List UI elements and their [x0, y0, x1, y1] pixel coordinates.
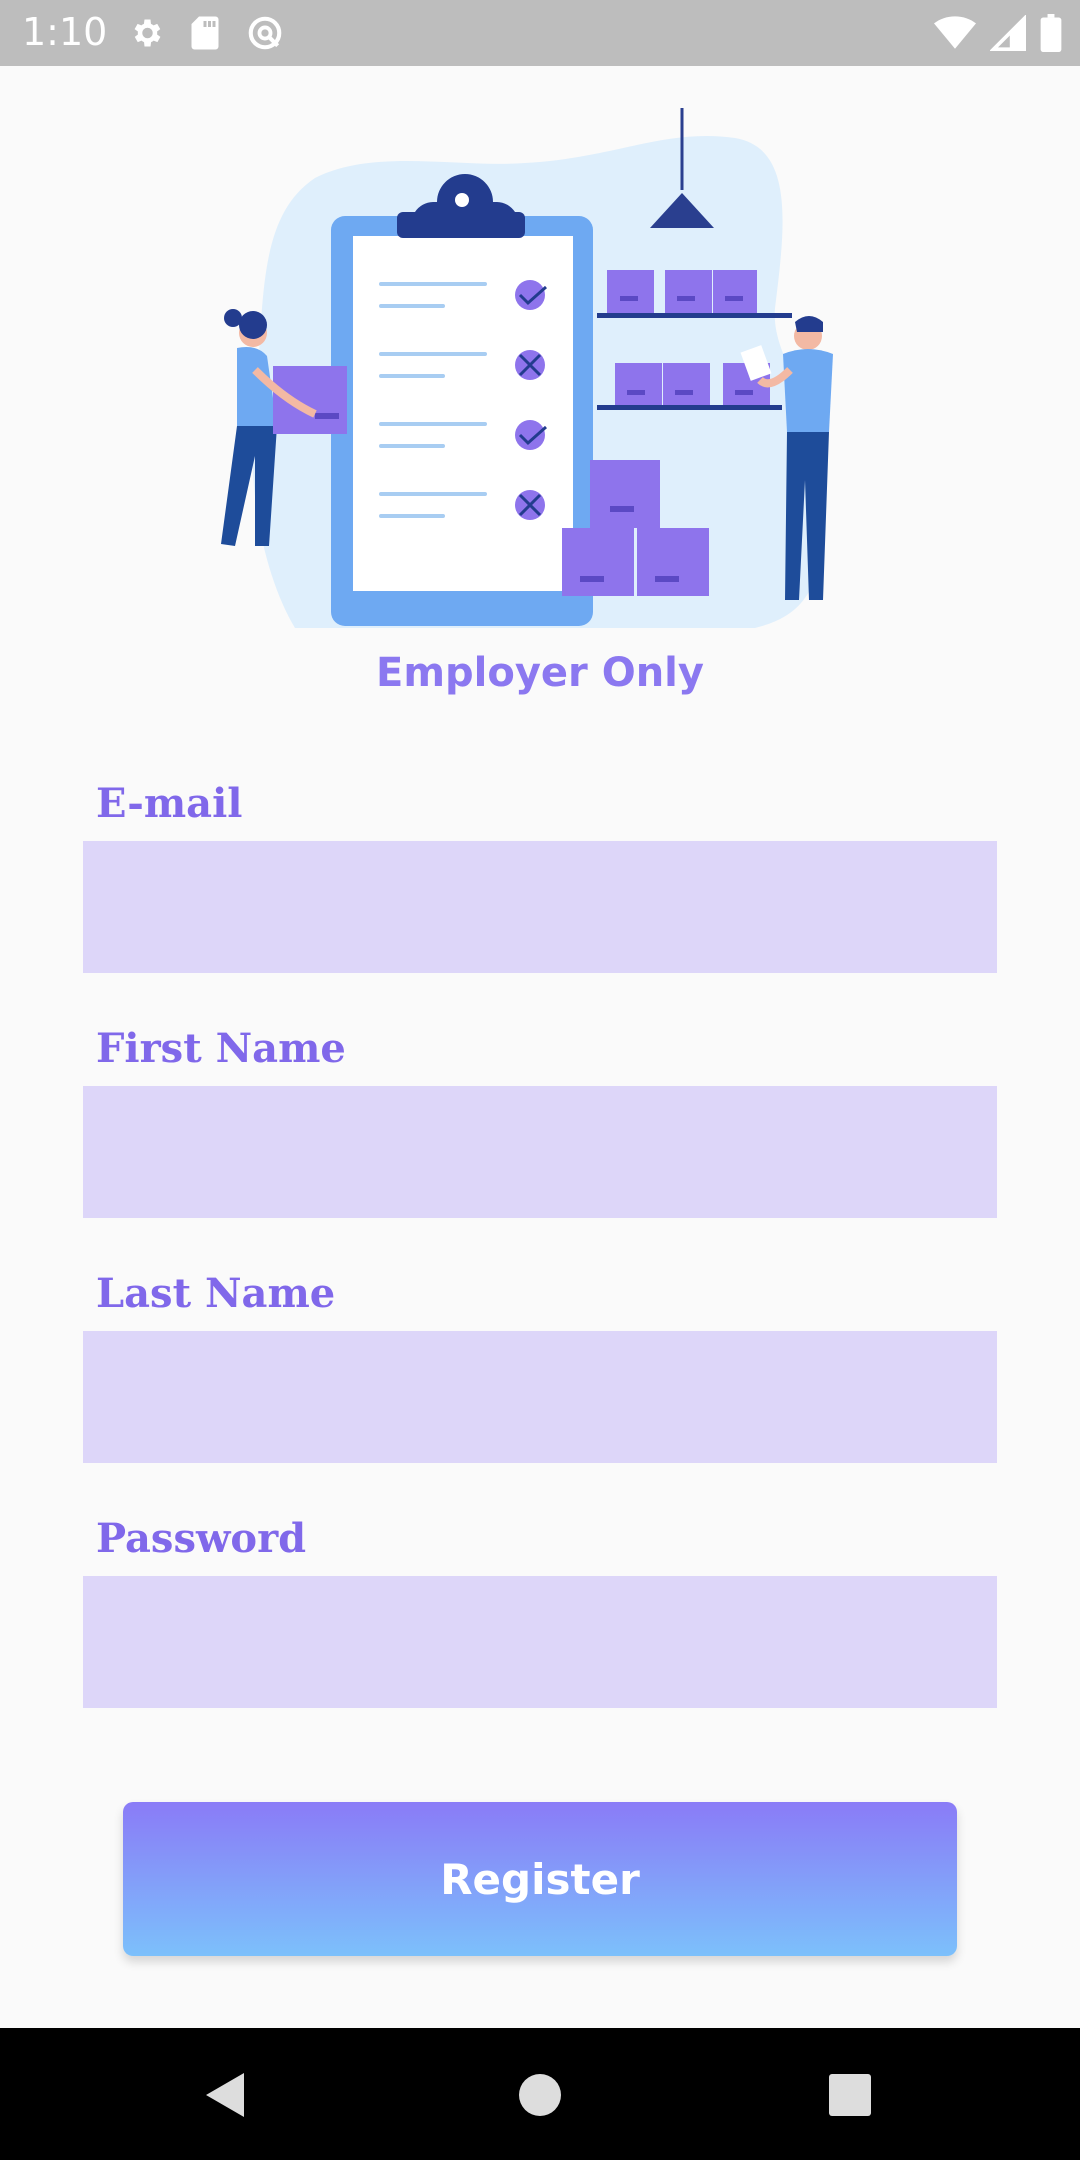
first-name-label: First Name [96, 1025, 346, 1072]
home-icon [519, 2074, 561, 2116]
page-title: Employer Only [376, 650, 704, 696]
wifi-icon [934, 16, 976, 49]
back-icon [206, 2073, 244, 2117]
status-bar: 1:10 [0, 0, 1080, 66]
password-field[interactable] [83, 1576, 997, 1708]
register-button[interactable]: Register [123, 1802, 957, 1956]
settings-icon [134, 19, 161, 47]
sd-card-icon [191, 16, 219, 50]
status-time: 1:10 [22, 10, 108, 54]
cell-signal-icon [990, 15, 1026, 51]
recents-icon [829, 2074, 871, 2116]
registration-screen: Employer Only E-mail First Name Last Nam… [0, 66, 1080, 2028]
data-saver-icon [248, 16, 282, 50]
email-field[interactable] [83, 841, 997, 973]
home-button[interactable] [505, 2060, 575, 2130]
last-name-label: Last Name [96, 1270, 336, 1317]
last-name-field[interactable] [83, 1331, 997, 1463]
email-label: E-mail [96, 780, 243, 827]
first-name-field[interactable] [83, 1086, 997, 1218]
navigation-bar [0, 2028, 1080, 2160]
recents-button[interactable] [815, 2060, 885, 2130]
password-label: Password [96, 1515, 307, 1562]
warehouse-illustration [221, 108, 833, 628]
battery-icon [1040, 14, 1062, 52]
back-button[interactable] [190, 2060, 260, 2130]
